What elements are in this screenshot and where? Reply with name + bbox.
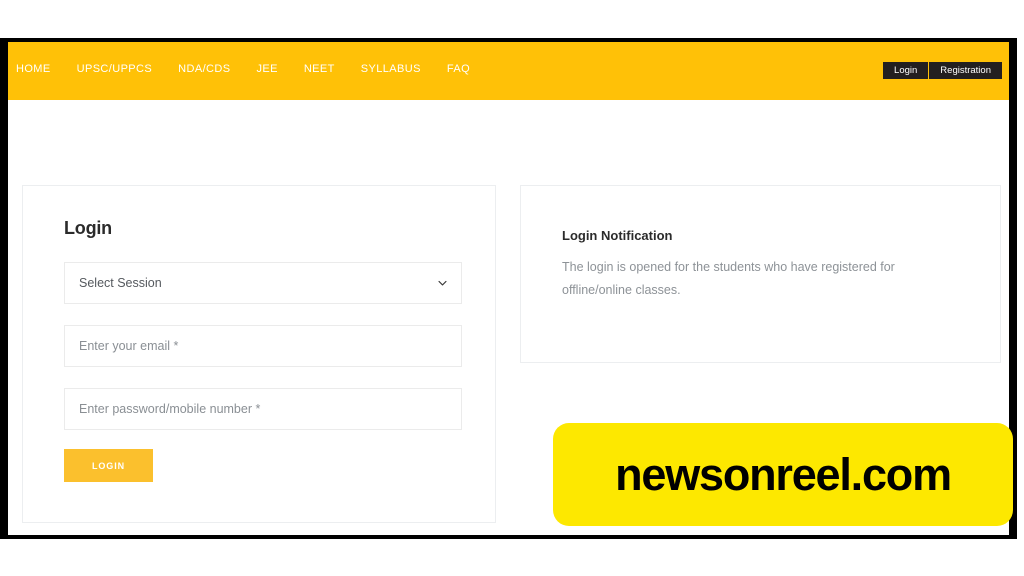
nav-link-syllabus[interactable]: SYLLABUS — [361, 63, 421, 75]
session-select-value: Select Session — [79, 276, 162, 290]
watermark-text: newsonreel.com — [615, 448, 952, 500]
session-select[interactable]: Select Session — [64, 262, 462, 304]
notification-title: Login Notification — [562, 228, 673, 243]
watermark-badge: newsonreel.com — [553, 423, 1013, 526]
login-submit-button[interactable]: LOGIN — [64, 449, 153, 482]
nav-link-upsc-uppcs[interactable]: UPSC/UPPCS — [77, 63, 153, 75]
main-navigation-links: HOME UPSC/UPPCS NDA/CDS JEE NEET SYLLABU… — [16, 63, 496, 75]
navbar-login-button[interactable]: Login — [883, 62, 929, 79]
top-navigation-bar: HOME UPSC/UPPCS NDA/CDS JEE NEET SYLLABU… — [8, 42, 1009, 100]
nav-link-jee[interactable]: JEE — [256, 63, 277, 75]
nav-link-nda-cds[interactable]: NDA/CDS — [178, 63, 230, 75]
email-field-placeholder: Enter your email * — [79, 339, 179, 353]
password-field[interactable]: Enter password/mobile number * — [64, 388, 462, 430]
login-notification-card: Login Notification The login is opened f… — [520, 185, 1001, 363]
login-card: Login Select Session Enter your email * … — [22, 185, 496, 523]
navbar-registration-button[interactable]: Registration — [928, 62, 1002, 79]
nav-link-faq[interactable]: FAQ — [447, 63, 470, 75]
navbar-auth-actions: Login Registration — [883, 62, 1002, 79]
chevron-down-icon — [438, 280, 447, 286]
password-field-placeholder: Enter password/mobile number * — [79, 402, 261, 416]
login-card-title: Login — [64, 218, 112, 238]
notification-body: The login is opened for the students who… — [562, 260, 895, 298]
nav-link-neet[interactable]: NEET — [304, 63, 335, 75]
nav-link-home[interactable]: HOME — [16, 63, 51, 75]
email-field[interactable]: Enter your email * — [64, 325, 462, 367]
